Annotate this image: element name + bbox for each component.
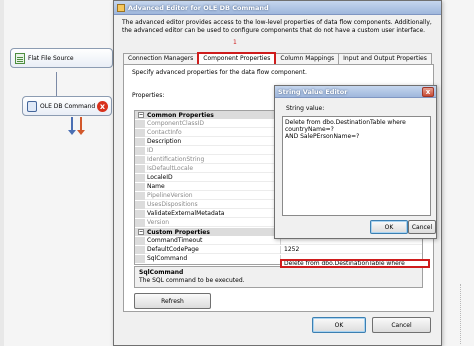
category-label: Common Properties [147, 111, 214, 119]
string-value-editor-dialog: String Value Editor x String value: Dele… [274, 85, 437, 239]
property-name: Version [145, 218, 281, 227]
string-value-label: String value: [286, 105, 325, 112]
tab-connection-managers[interactable]: Connection Managers [123, 53, 199, 64]
property-name: ValidateExternalMetadata [145, 209, 281, 218]
collapse-icon[interactable]: − [138, 229, 144, 235]
panel-description: Specify advanced properties for the data… [132, 69, 307, 76]
property-row[interactable]: DefaultCodePage 1252 [135, 245, 422, 254]
sqlcommand-value-field[interactable]: Delete from dbo.DestinationTable where [280, 259, 430, 268]
refresh-button[interactable]: Refresh [134, 293, 211, 309]
sve-title: String Value Editor [278, 87, 348, 96]
canvas-margin [0, 0, 4, 346]
flat-file-source-label: Flat File Source [28, 54, 74, 62]
property-name: DefaultCodePage [145, 245, 281, 254]
cancel-button[interactable]: Cancel [372, 317, 431, 333]
property-name: SqlCommand [145, 254, 281, 263]
annotation-marker-1: 1 [233, 39, 237, 46]
property-name: Name [145, 182, 281, 191]
ole-db-command-label: OLE DB Command [40, 102, 96, 110]
property-name: IsDefaultLocale [145, 164, 281, 173]
property-description-pane: SqlCommand The SQL command to be execute… [134, 266, 423, 288]
success-output-arrow[interactable] [68, 117, 76, 135]
property-name: PipelineVersion [145, 191, 281, 200]
string-value-textarea[interactable]: Delete from dbo.DestinationTable where c… [282, 116, 431, 216]
property-name: LocaleID [145, 173, 281, 182]
property-name: CommandTimeout [145, 236, 281, 245]
tab-strip: Connection Managers Component Properties… [123, 52, 432, 64]
selected-property-name: SqlCommand [139, 269, 184, 276]
ole-db-command-icon [27, 100, 37, 112]
error-icon: x [97, 101, 108, 112]
app-icon [117, 3, 125, 12]
dialog-intro: The advanced editor provides access to t… [122, 19, 432, 34]
dialog-title: Advanced Editor for OLE DB Command [128, 3, 269, 12]
zoom-slider[interactable] [460, 284, 468, 344]
ole-db-command-task[interactable]: OLE DB Command x [22, 96, 112, 116]
tab-component-properties[interactable]: Component Properties [197, 52, 277, 64]
property-name: ID [145, 146, 281, 155]
property-name: UsesDispositions [145, 200, 281, 209]
property-name: ContactInfo [145, 128, 281, 137]
collapse-icon[interactable]: − [138, 112, 144, 118]
close-icon[interactable]: x [422, 86, 434, 97]
ok-button[interactable]: OK [312, 317, 366, 333]
selected-property-description: The SQL command to be executed. [139, 277, 245, 284]
property-name: IdentificationString [145, 155, 281, 164]
sve-ok-button[interactable]: OK [370, 220, 408, 234]
property-name: Description [145, 137, 281, 146]
properties-label: Properties: [132, 92, 165, 99]
error-output-arrow[interactable] [77, 117, 85, 135]
flat-file-source-task[interactable]: Flat File Source [10, 48, 113, 68]
sve-cancel-button[interactable]: Cancel [408, 220, 436, 234]
tab-column-mappings[interactable]: Column Mappings [275, 53, 340, 64]
dialog-titlebar[interactable]: Advanced Editor for OLE DB Command [114, 1, 441, 15]
data-path-arrow[interactable] [53, 72, 59, 102]
category-label: Custom Properties [147, 228, 210, 236]
property-value: 1252 [284, 246, 300, 253]
property-name: ComponentClassID [145, 119, 281, 128]
sve-titlebar[interactable]: String Value Editor x [275, 86, 436, 98]
tab-input-output-properties[interactable]: Input and Output Properties [338, 53, 432, 64]
flat-file-source-icon [15, 52, 25, 64]
